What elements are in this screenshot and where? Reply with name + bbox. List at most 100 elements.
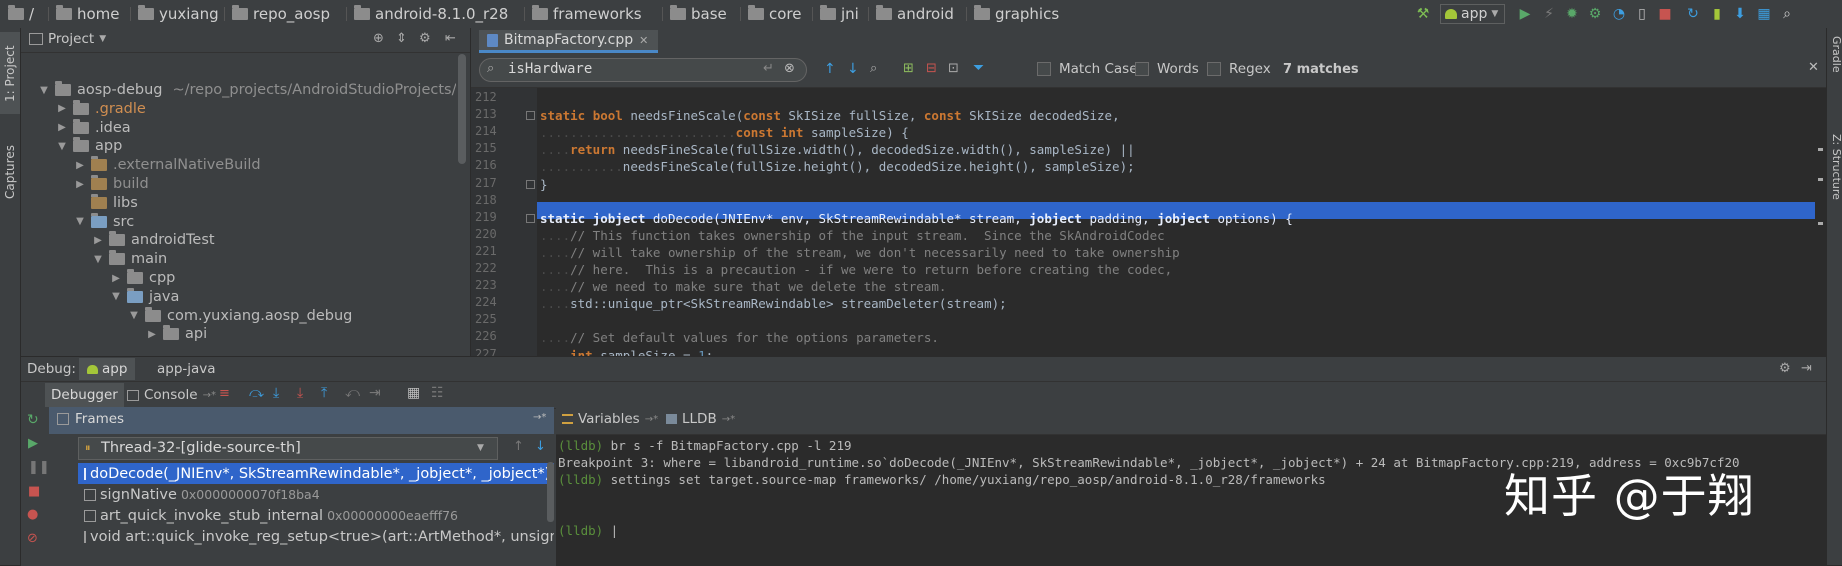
chevron-right-icon[interactable]: ▶ (75, 179, 85, 190)
line-number[interactable]: 225 (471, 312, 533, 326)
evaluate-expression-icon[interactable]: ▦ (407, 385, 420, 401)
breadcrumb-item[interactable]: android (876, 4, 954, 24)
run-config-select[interactable]: app ▼ (1440, 4, 1506, 24)
find-all-icon[interactable]: ⌕ (870, 61, 877, 76)
step-out-icon[interactable]: ⤒ (321, 385, 327, 401)
device-icon[interactable]: ▯ (1633, 5, 1651, 23)
resume-icon[interactable]: ▶ (28, 436, 38, 451)
hammer-icon[interactable]: ⚒ (1414, 5, 1432, 23)
thread-select[interactable]: ⏸ Thread-32-[glide-source-th] ▼ (78, 437, 498, 460)
tab-gradle[interactable]: Gradle (1827, 36, 1842, 96)
chevron-down-icon[interactable]: ▼ (93, 254, 103, 265)
hide-panel-icon[interactable]: ⇤ (445, 31, 456, 46)
words-checkbox[interactable] (1135, 62, 1149, 76)
avd-manager-icon[interactable]: ▮ (1708, 5, 1726, 23)
code-line[interactable]: ....// Set default values for the option… (540, 329, 939, 346)
apply-changes-icon[interactable]: ⚡ (1540, 5, 1558, 23)
chevron-right-icon[interactable]: ▶ (93, 235, 103, 246)
drop-frame-icon[interactable]: ⤺ (345, 385, 360, 401)
code-line[interactable]: ....std::unique_ptr<SkStreamRewindable> … (540, 295, 1007, 312)
chevron-down-icon[interactable]: ▼ (129, 310, 139, 321)
line-number[interactable]: 216 (471, 158, 533, 172)
breadcrumb-item[interactable]: jni (820, 4, 859, 24)
breadcrumb-item[interactable]: android-8.1.0_r28 (354, 4, 508, 24)
breadcrumb-item[interactable]: home (56, 4, 120, 24)
regex-checkbox[interactable] (1207, 62, 1221, 76)
chevron-down-icon[interactable]: ▼ (111, 291, 121, 302)
code-line[interactable]: static jobject doDecode(JNIEnv* env, SkS… (540, 210, 1293, 227)
frame-item[interactable]: signNative 0x0000000070f18ba4 (78, 484, 554, 505)
match-case-option[interactable]: Match Case (1037, 61, 1138, 77)
line-number[interactable]: 221 (471, 244, 533, 258)
select-all-occurrences-icon[interactable]: ⊡ (948, 61, 959, 76)
match-case-checkbox[interactable] (1037, 62, 1051, 76)
run-to-cursor-icon[interactable]: ⇥ (369, 385, 381, 401)
breadcrumb-item[interactable]: base (670, 4, 727, 24)
restore-layout-icon[interactable]: →* (533, 412, 546, 423)
filter-icon[interactable]: ⏷ (973, 60, 984, 76)
code-line[interactable]: ....// will take ownership of the stream… (540, 244, 1180, 261)
attach-debugger-icon[interactable]: ⚙ (1586, 5, 1604, 23)
code-line[interactable]: ....// This function takes ownership of … (540, 227, 1165, 244)
hide-panel-icon[interactable]: ⇥ (1801, 361, 1812, 376)
line-number[interactable]: 220 (471, 227, 533, 241)
gear-icon[interactable]: ⚙ (419, 31, 431, 46)
sync-scroll-icon[interactable]: ⊕ (373, 31, 384, 46)
close-search-icon[interactable]: ✕ (1808, 60, 1819, 75)
sdk-manager-icon[interactable]: ⬇ (1731, 5, 1749, 23)
chevron-right-icon[interactable]: ▶ (75, 160, 85, 171)
search-icon[interactable]: ⌕ (1778, 5, 1796, 23)
breadcrumb-item[interactable]: core (748, 4, 802, 24)
line-number[interactable]: 224 (471, 295, 533, 309)
fold-marker-icon[interactable] (526, 111, 535, 121)
frame-item[interactable]: art_quick_invoke_stub_internal 0x00000000… (78, 505, 554, 526)
new-line-icon[interactable]: ↵ (763, 61, 774, 76)
code-line[interactable]: ....// here. This is a precaution - if w… (540, 261, 1172, 278)
words-option[interactable]: Words (1135, 61, 1199, 77)
debug-icon[interactable]: ✹ (1563, 5, 1581, 23)
gear-icon[interactable]: ⚙ (1779, 361, 1791, 376)
chevron-down-icon[interactable]: ▼ (39, 85, 49, 96)
breadcrumb-item[interactable]: graphics (974, 4, 1059, 24)
tab-debugger[interactable]: Debugger (45, 383, 124, 407)
frame-item[interactable]: void art::quick_invoke_reg_setup<true>(a… (78, 526, 554, 547)
code-line[interactable]: } (540, 176, 548, 193)
mute-breakpoints-icon[interactable]: ⊘ (27, 531, 38, 546)
fold-marker-icon[interactable] (526, 213, 535, 223)
chevron-right-icon[interactable]: ▶ (57, 122, 67, 133)
collapse-all-icon[interactable]: ⇕ (396, 31, 407, 46)
tab-captures[interactable]: Captures (1, 132, 19, 212)
code-line[interactable]: ....// we need to make sure that we dele… (540, 278, 946, 295)
code-line[interactable]: ...........needsFineScale(fullSize.heigh… (540, 158, 1135, 175)
fold-marker-icon[interactable] (526, 179, 535, 189)
search-input[interactable]: ⌕ isHardware ↵ ⊗ (479, 58, 807, 82)
project-scrollbar[interactable] (458, 54, 466, 164)
breadcrumb-item[interactable]: frameworks (532, 4, 642, 24)
remove-selection-icon[interactable]: ⊟ (926, 61, 937, 76)
rerun-icon[interactable]: ↻ (27, 412, 39, 428)
line-number[interactable]: 219 (471, 210, 533, 224)
step-into-icon[interactable]: ⤓ (273, 385, 279, 401)
profile-icon[interactable]: ◔ (1610, 5, 1628, 23)
previous-frame-icon[interactable]: ↑ (513, 439, 524, 454)
view-breakpoints-icon[interactable]: ● (27, 507, 38, 522)
stop-icon[interactable]: ■ (28, 484, 40, 499)
tree-item[interactable]: ▶ api (147, 323, 207, 345)
line-number[interactable]: 218 (471, 193, 533, 207)
project-view-select[interactable]: Project ▼ (29, 31, 106, 47)
add-selection-icon[interactable]: ⊞ (903, 61, 914, 76)
next-match-icon[interactable]: ↓ (847, 61, 859, 77)
run-icon[interactable]: ▶ (1516, 5, 1534, 23)
chevron-right-icon[interactable]: ▶ (57, 103, 67, 114)
tab-console[interactable]: Console →* (127, 383, 216, 407)
editor-scrollbar[interactable] (1815, 88, 1826, 356)
pause-icon[interactable]: ❚❚ (28, 460, 50, 475)
force-step-into-icon[interactable]: ⤓ (297, 385, 303, 401)
breadcrumb-item[interactable]: yuxiang (138, 4, 219, 24)
line-number[interactable]: 222 (471, 261, 533, 275)
frames-scrollbar[interactable] (547, 462, 554, 522)
breadcrumb-root[interactable]: / (8, 4, 34, 24)
tab-structure[interactable]: Z: Structure (1827, 134, 1842, 220)
frame-item[interactable]: doDecode(_JNIEnv*, SkStreamRewindable*, … (78, 463, 554, 484)
line-number[interactable]: 214 (471, 124, 533, 138)
